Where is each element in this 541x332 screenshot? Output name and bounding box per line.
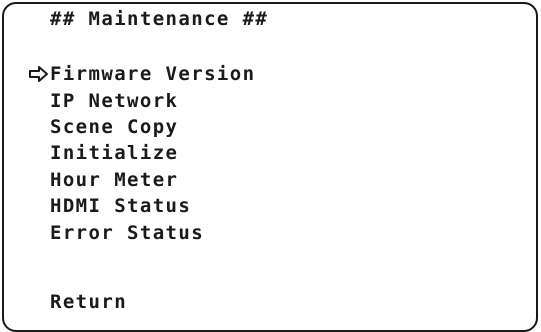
return-label: Return — [50, 291, 128, 313]
right-arrow-outline-icon — [28, 64, 50, 84]
menu-item-label: HDMI Status — [50, 195, 192, 218]
menu-item-label: Hour Meter — [50, 168, 179, 191]
menu-item-firmware-version[interactable]: Firmware Version — [28, 61, 255, 87]
maintenance-menu: Firmware Version IP Network Scene Copy I… — [28, 61, 255, 246]
menu-item-return[interactable]: Return — [28, 289, 127, 315]
menu-item-label: IP Network — [50, 89, 179, 112]
menu-item-label: Error Status — [50, 221, 205, 244]
menu-item-label: Scene Copy — [50, 115, 179, 138]
menu-item-scene-copy[interactable]: Scene Copy — [28, 114, 255, 140]
menu-item-label: Firmware Version — [50, 63, 256, 86]
menu-item-hour-meter[interactable]: Hour Meter — [28, 167, 255, 193]
menu-title: ## Maintenance ## — [50, 8, 269, 30]
menu-item-hdmi-status[interactable]: HDMI Status — [28, 193, 255, 219]
menu-item-error-status[interactable]: Error Status — [28, 219, 255, 245]
menu-item-initialize[interactable]: Initialize — [28, 140, 255, 166]
menu-item-ip-network[interactable]: IP Network — [28, 87, 255, 113]
menu-item-label: Initialize — [50, 142, 179, 165]
